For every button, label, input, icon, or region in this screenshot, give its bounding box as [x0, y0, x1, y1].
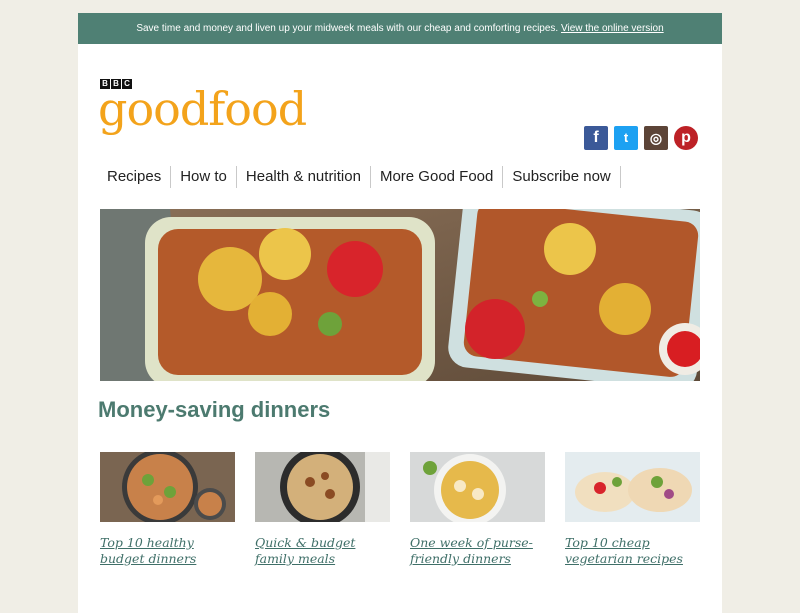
nav-item-subscribe-now[interactable]: Subscribe now: [503, 166, 621, 188]
top-banner: Save time and money and liven up your mi…: [78, 13, 722, 44]
twitter-icon[interactable]: t: [614, 126, 638, 150]
cheap-vegetarian-recipes-thumbnail[interactable]: [565, 452, 700, 522]
recipe-card: One week of purse-friendly dinners: [410, 452, 545, 567]
healthy-budget-dinners-link[interactable]: Top 10 healthy budget dinners: [100, 535, 235, 567]
hero-image[interactable]: [100, 209, 700, 381]
recipe-cards: Top 10 healthy budget dinners Quick & bu…: [100, 452, 700, 567]
cheap-vegetarian-recipes-link[interactable]: Top 10 cheap vegetarian recipes: [565, 535, 700, 567]
goodfood-logo[interactable]: B B C goodfood: [98, 79, 307, 136]
main-nav: Recipes How to Health & nutrition More G…: [98, 166, 621, 188]
instagram-icon[interactable]: ◎: [644, 126, 668, 150]
pinterest-icon[interactable]: p: [674, 126, 698, 150]
view-online-link[interactable]: View the online version: [561, 23, 664, 34]
healthy-budget-dinners-thumbnail[interactable]: [100, 452, 235, 522]
quick-budget-family-meals-thumbnail[interactable]: [255, 452, 390, 522]
recipe-card: Top 10 cheap vegetarian recipes: [565, 452, 700, 567]
recipe-card: Top 10 healthy budget dinners: [100, 452, 235, 567]
banner-text: Save time and money and liven up your mi…: [136, 23, 559, 34]
hero-illustration: [100, 209, 700, 381]
quick-budget-family-meals-link[interactable]: Quick & budget family meals: [255, 535, 390, 567]
facebook-icon[interactable]: f: [584, 126, 608, 150]
nav-item-health-nutrition[interactable]: Health & nutrition: [237, 166, 371, 188]
nav-item-more-good-food[interactable]: More Good Food: [371, 166, 504, 188]
logo-wordmark: goodfood: [98, 82, 307, 136]
purse-friendly-dinners-thumbnail[interactable]: [410, 452, 545, 522]
purse-friendly-dinners-link[interactable]: One week of purse-friendly dinners: [410, 535, 545, 567]
nav-item-how-to[interactable]: How to: [171, 166, 237, 188]
nav-item-recipes[interactable]: Recipes: [98, 166, 172, 188]
recipe-card: Quick & budget family meals: [255, 452, 390, 567]
email-container: Save time and money and liven up your mi…: [78, 13, 722, 613]
section-title: Money-saving dinners: [98, 397, 331, 422]
social-icons: f t ◎ p: [584, 126, 698, 150]
